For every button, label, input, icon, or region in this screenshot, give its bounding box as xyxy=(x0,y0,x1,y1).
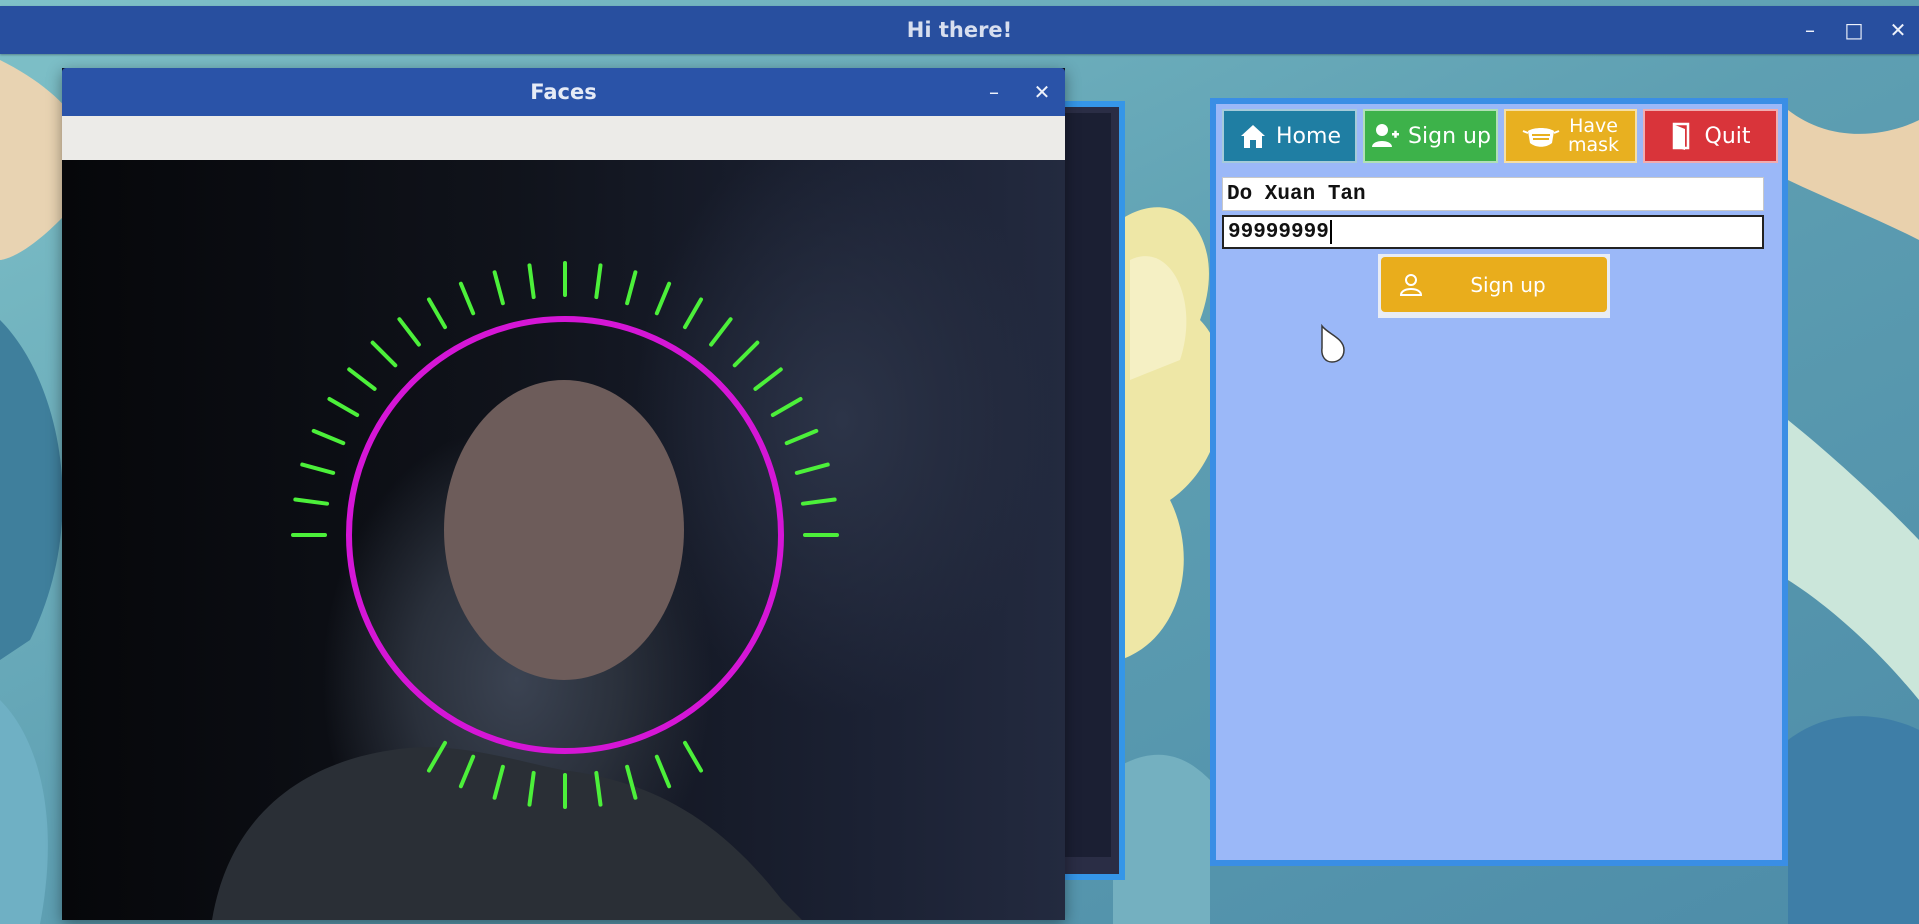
name-field-value: Do Xuan Tan xyxy=(1227,182,1366,206)
signup-submit-button[interactable]: Sign up xyxy=(1381,257,1607,312)
user-icon xyxy=(1381,272,1441,298)
camera-window-edge xyxy=(1055,101,1125,880)
green-tick xyxy=(770,397,803,417)
faces-window-controls: – ✕ xyxy=(983,68,1053,116)
green-tick xyxy=(683,740,703,773)
signup-submit-frame: Sign up xyxy=(1378,254,1610,318)
mouse-cursor-icon xyxy=(1321,324,1345,363)
quit-button[interactable]: Quit xyxy=(1643,109,1779,163)
id-field-value: 99999999 xyxy=(1228,220,1329,244)
id-field[interactable]: 99999999 xyxy=(1222,215,1764,249)
green-tick xyxy=(370,340,398,368)
signup-panel: Home Sign up Have mask Quit Do Xuan Tan … xyxy=(1210,98,1788,866)
faces-menubar xyxy=(62,116,1065,161)
green-tick xyxy=(293,497,330,506)
exit-door-icon xyxy=(1672,122,1689,150)
text-caret xyxy=(1329,220,1332,244)
green-tick xyxy=(794,462,830,475)
faces-close-button[interactable]: ✕ xyxy=(1031,82,1053,102)
green-tick xyxy=(594,263,603,300)
green-tick xyxy=(492,270,505,306)
green-tick xyxy=(527,263,536,300)
green-tick xyxy=(625,270,638,306)
faces-window-title: Faces xyxy=(530,80,597,104)
green-tick xyxy=(427,297,447,330)
nav-bar: Home Sign up Have mask Quit xyxy=(1222,109,1779,163)
home-label: Home xyxy=(1276,123,1341,149)
add-user-icon xyxy=(1372,124,1400,147)
person-silhouette xyxy=(212,380,802,920)
faces-window: Faces – ✕ xyxy=(62,68,1065,920)
camera-feed xyxy=(62,160,1065,920)
green-tick xyxy=(347,367,377,391)
main-window-titlebar[interactable]: Hi there! – □ ✕ xyxy=(0,6,1919,54)
face-detection-overlay xyxy=(212,261,839,920)
home-button[interactable]: Home xyxy=(1222,109,1357,163)
green-tick xyxy=(753,367,783,391)
have-mask-label: Have mask xyxy=(1568,117,1619,155)
green-tick xyxy=(397,317,421,347)
faces-window-titlebar[interactable]: Faces – ✕ xyxy=(62,68,1065,116)
signup-nav-label: Sign up xyxy=(1408,123,1491,149)
green-tick xyxy=(654,281,672,316)
signup-nav-button[interactable]: Sign up xyxy=(1363,109,1498,163)
green-tick xyxy=(458,281,476,316)
green-tick xyxy=(683,297,703,330)
green-tick xyxy=(709,317,733,347)
green-tick xyxy=(300,462,336,475)
main-window-title: Hi there! xyxy=(906,18,1013,42)
have-mask-button[interactable]: Have mask xyxy=(1504,109,1638,163)
face-mask-icon xyxy=(1522,128,1560,147)
quit-label: Quit xyxy=(1704,123,1751,149)
home-icon xyxy=(1241,125,1266,148)
green-tick xyxy=(732,340,760,368)
green-tick xyxy=(311,428,346,446)
close-button[interactable]: ✕ xyxy=(1887,20,1909,40)
green-tick xyxy=(327,397,360,417)
green-tick xyxy=(784,428,819,446)
signup-submit-label: Sign up xyxy=(1470,272,1546,297)
maximize-button[interactable]: □ xyxy=(1843,20,1865,40)
faces-minimize-button[interactable]: – xyxy=(983,82,1005,102)
have-mask-label-line2: mask xyxy=(1567,134,1620,156)
name-field[interactable]: Do Xuan Tan xyxy=(1222,177,1764,211)
green-tick xyxy=(654,754,672,789)
minimize-button[interactable]: – xyxy=(1799,20,1821,40)
green-tick xyxy=(800,497,837,506)
camera-preview-strip xyxy=(1061,113,1111,857)
main-window-controls: – □ ✕ xyxy=(1799,6,1909,54)
